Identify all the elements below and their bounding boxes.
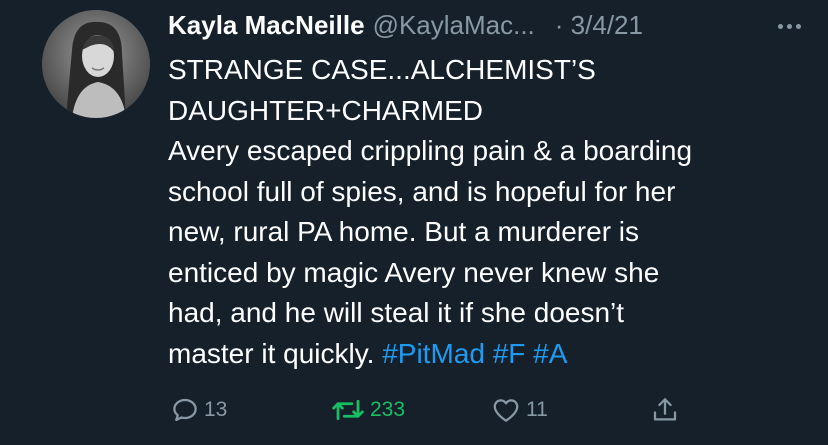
hashtag-link[interactable]: #F xyxy=(493,338,526,369)
tweet-text-line: school full of spies, and is hopeful for… xyxy=(168,175,676,207)
avatar[interactable] xyxy=(42,10,150,118)
retweet-button[interactable]: 233 xyxy=(330,392,405,428)
tweet-text-end: master it quickly. xyxy=(168,337,375,369)
hashtag-link[interactable]: #A xyxy=(533,338,567,369)
reply-button[interactable]: 13 xyxy=(170,392,227,428)
tweet[interactable]: Kayla MacNeille @KaylaMac... · 3/4/21 ST… xyxy=(0,0,828,445)
tweet-text-line: Avery escaped crippling pain & a boardin… xyxy=(168,135,693,166)
tweet-text-line: new, rural PA home. But a murderer is xyxy=(168,216,640,247)
retweet-count: 233 xyxy=(370,398,406,421)
retweet-icon xyxy=(332,399,364,421)
author-name[interactable]: Kayla MacNeille xyxy=(168,10,365,41)
tweet-title-line: STRANGE CASE...ALCHEMIST’S xyxy=(168,54,596,85)
hashtag-link[interactable]: #PitMad xyxy=(382,338,485,369)
share-button[interactable] xyxy=(650,392,680,428)
like-icon xyxy=(493,399,519,422)
tweet-text-line: had, and he will steal it if she doesn’t xyxy=(168,297,625,328)
action-bar: 13 233 11 xyxy=(168,392,808,428)
author-handle[interactable]: @KaylaMac... xyxy=(373,10,535,41)
like-button[interactable]: 11 xyxy=(490,392,548,428)
tweet-text-line: enticed by magic Avery never knew she xyxy=(168,256,660,288)
reply-icon xyxy=(173,398,197,422)
tweet-text-line: master it quickly. #PitMad #F #A xyxy=(168,334,798,375)
reply-count: 13 xyxy=(204,398,228,421)
like-count: 11 xyxy=(526,398,548,421)
tweet-date[interactable]: · 3/4/21 xyxy=(555,10,643,41)
tweet-header: Kayla MacNeille @KaylaMac... · 3/4/21 xyxy=(168,8,818,42)
more-icon[interactable] xyxy=(778,14,818,40)
tweet-title-line: DAUGHTER+CHARMED xyxy=(168,94,484,126)
tweet-text: STRANGE CASE...ALCHEMIST’S DAUGHTER+CHAR… xyxy=(168,50,798,374)
share-icon xyxy=(653,398,677,421)
